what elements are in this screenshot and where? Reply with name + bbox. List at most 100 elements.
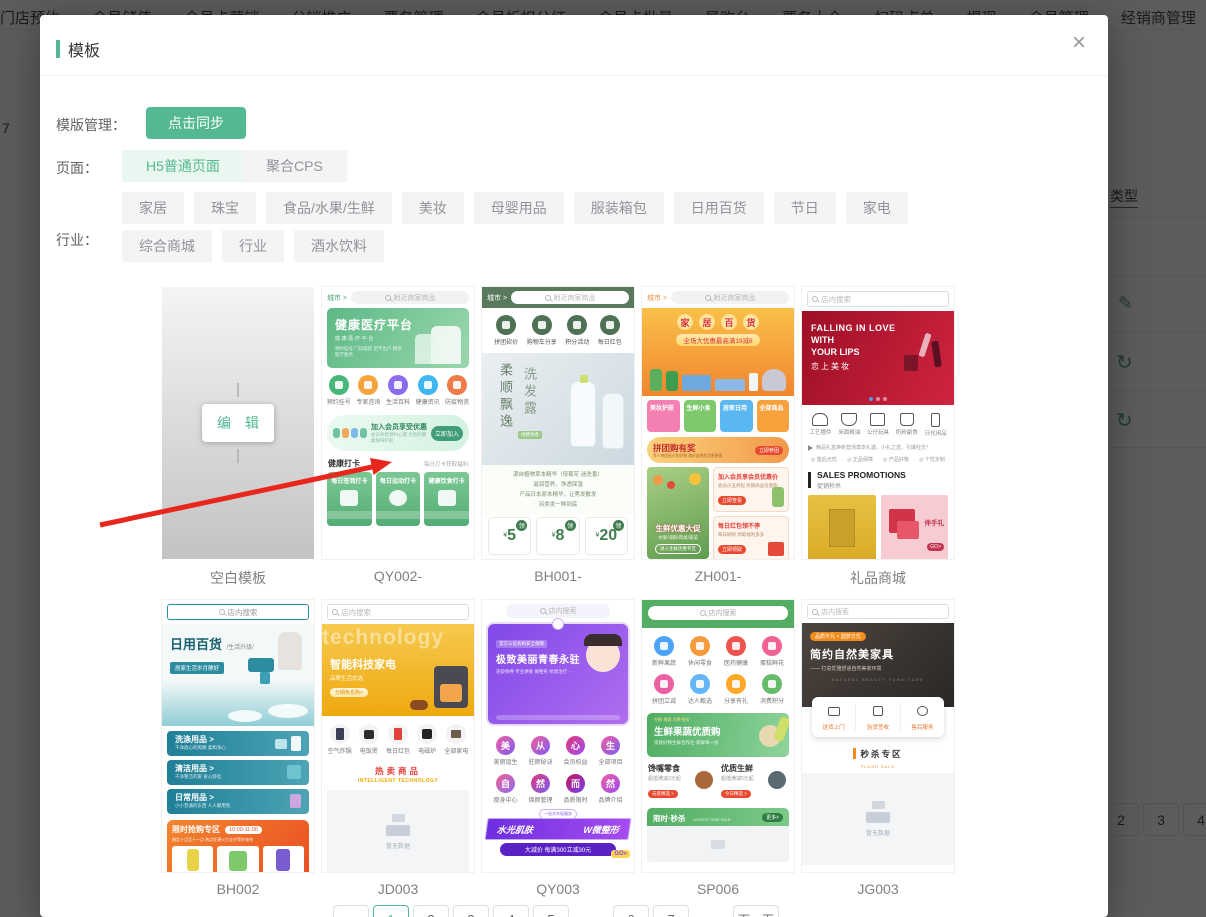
cat-icon[interactable]: 休闲零食 bbox=[682, 636, 718, 667]
industry-tag-beauty[interactable]: 美妆 bbox=[402, 192, 464, 224]
beauty-nav-item[interactable]: 从驻颜秘诀 bbox=[523, 736, 558, 766]
decor-product bbox=[290, 794, 301, 808]
sync-button[interactable]: 点击同步 bbox=[146, 107, 246, 139]
promo-go-button[interactable]: GO» bbox=[611, 850, 630, 858]
service-card: 送货上门 验货签收 售后服务 bbox=[812, 697, 944, 737]
close-icon[interactable]: × bbox=[1072, 31, 1086, 55]
flash-title: 限时·秒杀 bbox=[653, 814, 686, 823]
category-row-wash[interactable]: 洗涤用品 > 干净放心的照顾 柔和净心 bbox=[167, 731, 309, 756]
pager-page[interactable]: 4 bbox=[493, 905, 529, 917]
category-row-clean[interactable]: 清洁用品 > 干净整洁的家 省心舒坦 bbox=[167, 760, 309, 785]
card-button[interactable]: 立即领取 bbox=[718, 545, 746, 554]
beauty-nav-item[interactable]: 而品质限时 bbox=[558, 774, 593, 804]
beauty-nav-item[interactable]: 美美丽诞生 bbox=[488, 736, 523, 766]
template-thumb-qy003[interactable]: 店内搜索 官方认证机构安全保障 极致美丽青春永驻 逆龄保养 专业焕肤 微整形 抗… bbox=[482, 600, 634, 872]
redpacket-card[interactable]: 每日红包领不停 每日刷新 领取福利多多 立即领取 bbox=[713, 516, 789, 559]
groupbuy-strip[interactable]: 拼团购有奖 多人拼团低价购好物 邀好友拼成功率更高 立即参团 bbox=[647, 437, 789, 463]
flash-product[interactable]: 柠檬洗洁精 bbox=[172, 846, 213, 872]
cat-icon[interactable]: 拼团立减 bbox=[646, 674, 682, 705]
beauty-nav-item[interactable]: 生全部项目 bbox=[593, 736, 628, 766]
cat-icon[interactable]: 达人甄选 bbox=[682, 674, 718, 705]
industry-tag-home[interactable]: 家居 bbox=[122, 192, 184, 224]
pager-next[interactable]: 下一页 bbox=[733, 905, 779, 917]
empty-icon bbox=[872, 801, 885, 809]
snack-section[interactable]: 馋嘴零食 超值满减3元起 去逛精选 > bbox=[648, 763, 715, 800]
category-card-all[interactable]: 全部商品 bbox=[757, 400, 790, 432]
industry-tag-festival[interactable]: 节日 bbox=[774, 192, 836, 224]
template-thumb-gift[interactable]: 店内搜索 FALLING IN LOVE WITH YOUR LIPS 恋上美妆… bbox=[802, 287, 954, 559]
promo-banner[interactable]: 一站式年轻服务 水光肌肤 W微整形 大减价 每满300立减30元 GO» bbox=[486, 818, 630, 856]
fresh-banner[interactable]: 生鲜·果蔬 大牌·低价 生鲜果蔬优质购 资质好物生鲜合作社·新鲜每一份 bbox=[647, 713, 789, 757]
pager-page[interactable]: 5 bbox=[533, 905, 569, 917]
cat-icon[interactable]: 消费积分 bbox=[754, 674, 790, 705]
card-button[interactable]: 立即查看 bbox=[718, 496, 746, 505]
industry-tag-jewelry[interactable]: 珠宝 bbox=[194, 192, 256, 224]
vip-join-button[interactable]: 立即加入 bbox=[431, 426, 463, 441]
cat-icon[interactable]: 分享有礼 bbox=[718, 674, 754, 705]
beauty-nav-item[interactable]: 然焕颜管理 bbox=[523, 774, 558, 804]
template-thumb-bh002[interactable]: 店内搜索 日用百货 /生活升级/ 居家生活岁月静好 洗涤用品 > 干净放心的照顾… bbox=[162, 600, 314, 872]
template-thumb-zh001[interactable]: 城市 > 附近商家商品 家 居 百 货 全场大优惠最高满19减8 bbox=[642, 287, 794, 559]
fresh-promo-card[interactable]: 生鲜优惠大促 水果/海鲜/肉类/蔬菜 进入生鲜优惠专区 bbox=[647, 467, 709, 559]
pager-page[interactable]: 2 bbox=[413, 905, 449, 917]
industry-tag-mall[interactable]: 综合商城 bbox=[122, 230, 212, 262]
pager-prev[interactable]: ‹ bbox=[333, 905, 369, 917]
category-row-daily[interactable]: 日常用品 > 小小普通的东西 人人都用到 bbox=[167, 789, 309, 814]
template-thumb-blank[interactable]: 编 辑 bbox=[162, 287, 314, 559]
category-card-beauty[interactable]: 美妆护肤 bbox=[647, 400, 680, 432]
city-selector: 城市 > bbox=[487, 293, 507, 303]
tab-h5-page[interactable]: H5普通页面 bbox=[122, 150, 244, 182]
template-thumb-bh001[interactable]: 城市 > 附近商家商品 拼团砍价 购物车分享 积分活动 每日红包 柔顺飘逸 洗发… bbox=[482, 287, 634, 559]
pager-page[interactable]: 6 bbox=[613, 905, 649, 917]
decor-card-strip bbox=[376, 511, 421, 519]
industry-tag-food[interactable]: 食品/水果/生鲜 bbox=[266, 192, 392, 224]
template-card-gift: 店内搜索 FALLING IN LOVE WITH YOUR LIPS 恋上美妆… bbox=[802, 287, 954, 586]
edit-button[interactable]: 编 辑 bbox=[202, 404, 274, 442]
checkin-card[interactable]: 每日签到打卡 bbox=[327, 472, 372, 526]
coupon-card[interactable]: ¥20 领 bbox=[585, 517, 628, 555]
banner-pill[interactable]: 分期免息购> bbox=[330, 688, 368, 697]
template-thumb-sp006[interactable]: 店内搜索 新鲜果蔬 休闲零食 医药健康 蛋糕鲜花 拼团立减 达人甄选 分享有礼 … bbox=[642, 600, 794, 872]
tile-go-button[interactable]: GO> bbox=[927, 543, 944, 551]
coupon-card[interactable]: ¥8 领 bbox=[536, 517, 579, 555]
flash-strip[interactable]: 限时·秒杀 LIMITED TIME SALE 更多> bbox=[647, 808, 789, 826]
category-card-daily[interactable]: 居家日用 bbox=[720, 400, 753, 432]
section-button[interactable]: 今日精选 > bbox=[721, 790, 751, 798]
industry-tag-appliance[interactable]: 家电 bbox=[846, 192, 908, 224]
cat-icon[interactable]: 新鲜果蔬 bbox=[646, 636, 682, 667]
cat-icon[interactable]: 医药健康 bbox=[718, 636, 754, 667]
checkin-card[interactable]: 每日运动打卡 bbox=[376, 472, 421, 526]
decor-card-strip bbox=[327, 511, 372, 519]
flash-product[interactable]: 竹浆本色抽纸 bbox=[217, 846, 258, 872]
beauty-nav-item[interactable]: 然品牌介绍 bbox=[593, 774, 628, 804]
template-thumb-qy002[interactable]: 城市 > 附近商家商品 健康医疗平台 健·康·医·疗·平·台 预约挂号 门诊取药… bbox=[322, 287, 474, 559]
industry-tag-daily[interactable]: 日用百货 bbox=[674, 192, 764, 224]
fresh-button[interactable]: 进入生鲜优惠专区 bbox=[655, 544, 701, 554]
promo-tile-souvenir[interactable]: 伴手礼 GO> bbox=[881, 495, 949, 559]
tab-aggregate-cps[interactable]: 聚合CPS bbox=[242, 150, 347, 182]
flash-product[interactable]: 强效洗衣液 bbox=[263, 846, 304, 872]
industry-tag-industry[interactable]: 行业 bbox=[222, 230, 284, 262]
industry-tag-drinks[interactable]: 酒水饮料 bbox=[294, 230, 384, 262]
template-thumb-jd003[interactable]: 店内搜索 technology 智能科技家电 品质生活优选 分期免息购> 空气炸… bbox=[322, 600, 474, 872]
fresh-section[interactable]: 优质生鲜 超值满减5元起 今日精选 > bbox=[721, 763, 788, 800]
cat-icon[interactable]: 蛋糕鲜花 bbox=[754, 636, 790, 667]
pager-page[interactable]: 7 bbox=[653, 905, 689, 917]
checkin-card[interactable]: 健康饮食打卡 bbox=[424, 472, 469, 526]
coupon-card[interactable]: ¥5 领 bbox=[488, 517, 531, 555]
flash-sale-panel[interactable]: 限时抢购专区 10:00-11:00 指定十点至十一点 热点狂潮火力全开等你来抢… bbox=[167, 820, 309, 872]
beauty-nav-item[interactable]: 自瘦身中心 bbox=[488, 774, 523, 804]
promo-tile-giftbox[interactable] bbox=[808, 495, 876, 559]
section-button[interactable]: 去逛精选 > bbox=[648, 790, 678, 798]
flash-more-button[interactable]: 更多> bbox=[762, 813, 783, 822]
template-thumb-jg003[interactable]: 店内搜索 品质不凡 × 圆梦方式 简约自然美家具 —— 打造优雅舒适自然美家环境… bbox=[802, 600, 954, 872]
product-description: 源自植物草本精华（母菊花·迷迭香） 滋润营养，净透保湿 产品日本原本精华，让秀发… bbox=[482, 465, 634, 515]
pager-page-active[interactable]: 1 bbox=[373, 905, 409, 917]
category-card-fresh[interactable]: 生鲜小食 bbox=[684, 400, 717, 432]
beauty-nav-item[interactable]: 心会员权益 bbox=[558, 736, 593, 766]
vip-price-card[interactable]: 加入会员享会员优惠价 会员价五折起 热销商品任意购 立即查看 bbox=[713, 467, 789, 512]
strip-button[interactable]: 立即参团 bbox=[755, 446, 783, 455]
industry-tag-baby[interactable]: 母婴用品 bbox=[474, 192, 564, 224]
industry-tag-apparel[interactable]: 服装箱包 bbox=[574, 192, 664, 224]
pager-page[interactable]: 3 bbox=[453, 905, 489, 917]
